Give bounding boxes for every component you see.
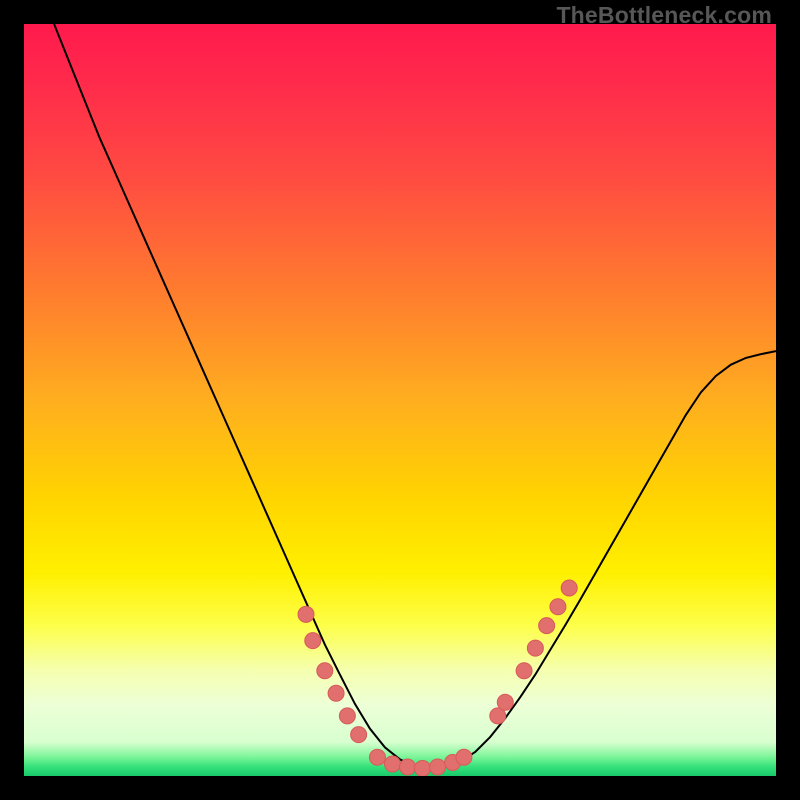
curve-marker <box>527 640 543 656</box>
curve-marker <box>305 633 321 649</box>
watermark-text: TheBottleneck.com <box>556 2 772 29</box>
curve-marker <box>516 663 532 679</box>
curve-marker <box>550 599 566 615</box>
plot-area <box>24 24 776 776</box>
curve-marker <box>430 759 446 775</box>
curve-marker <box>339 708 355 724</box>
curve-marker <box>497 694 513 710</box>
curve-marker <box>369 749 385 765</box>
curve-marker <box>400 759 416 775</box>
chart-frame: TheBottleneck.com <box>0 0 800 800</box>
curve-marker <box>415 760 431 776</box>
curve-marker <box>539 618 555 634</box>
curve-marker <box>384 756 400 772</box>
curve-marker <box>317 663 333 679</box>
curve-marker <box>328 685 344 701</box>
curve-marker <box>351 727 367 743</box>
gradient-background <box>24 24 776 776</box>
chart-canvas <box>24 24 776 776</box>
curve-marker <box>298 606 314 622</box>
curve-marker <box>456 749 472 765</box>
curve-marker <box>561 580 577 596</box>
